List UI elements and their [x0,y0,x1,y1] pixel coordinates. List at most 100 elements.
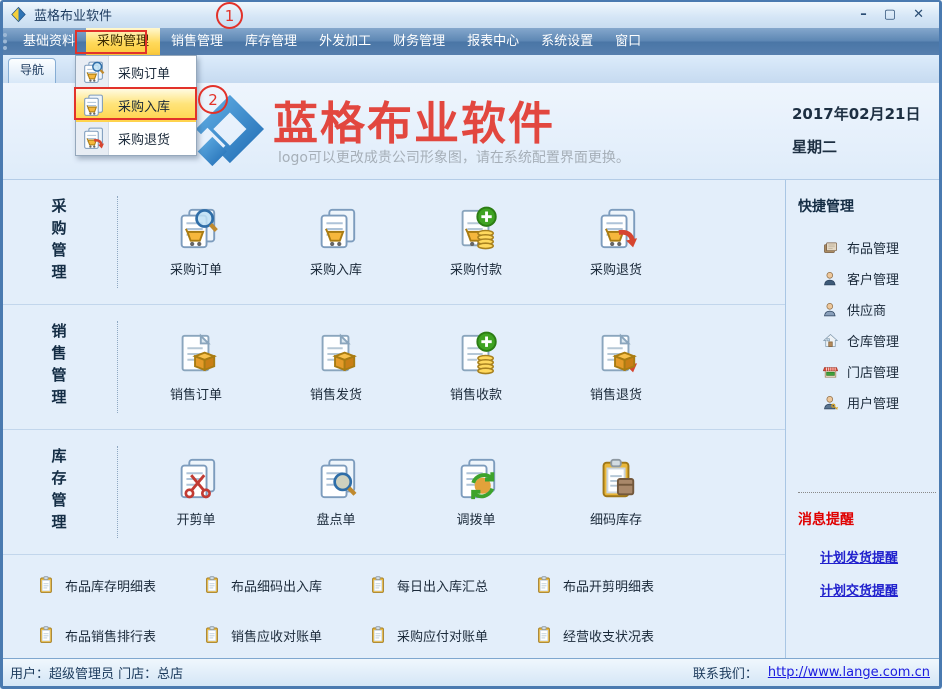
stocktake-icon [313,456,359,502]
menu-item-purchase-order[interactable]: 采购订单 [76,56,196,89]
purchase-inbound-icon [80,93,105,118]
quick-manage-title: 快捷管理 [798,196,936,216]
report-icon [202,624,222,646]
purchase-return-icon [593,206,639,252]
shortcut-sales-delivery[interactable]: 销售发货 [266,305,406,429]
section-sales-title: 销售管理 [0,305,118,429]
menu-outsourcing[interactable]: 外发加工 [308,28,382,55]
menu-item-purchase-return[interactable]: 采购退货 [76,122,196,155]
status-bar: 用户：超级管理员 门店：总店 联系我们： http://www.lange.co… [0,658,942,686]
current-weekday: 星期二 [792,136,932,157]
menu-basic-data[interactable]: 基础资料 [12,28,86,55]
report-icon [368,624,388,646]
shortcut-sales-return[interactable]: 销售退货 [546,305,686,429]
minimize-button[interactable]: – [860,8,867,21]
tab-navigation[interactable]: 导航 [8,58,56,83]
fabric-icon [822,239,839,256]
detail-stock-icon [593,456,639,502]
report-icon [36,624,56,646]
report-icon [202,574,222,596]
sidebar-item-warehouse[interactable]: 仓库管理 [822,325,936,356]
warehouse-icon [822,332,839,349]
purchase-payment-icon [453,206,499,252]
brand-subtitle: logo可以更改成贵公司形象图，请在系统配置界面更换。 [278,147,630,167]
report-sales-ranking[interactable]: 布品销售排行表 [36,624,157,646]
maximize-button[interactable]: ▢ [884,8,896,21]
report-daily-io-summary[interactable]: 每日出入库汇总 [368,574,489,596]
section-inventory-title: 库存管理 [0,430,118,554]
link-planned-shipment-reminder[interactable]: 计划发货提醒 [820,547,936,566]
shortcut-sales-order[interactable]: 销售订单 [126,305,266,429]
report-fabric-stock-detail[interactable]: 布品库存明细表 [36,574,157,596]
purchase-menu-dropdown: 采购订单 采购入库 采购退货 [75,55,197,156]
report-cutting-detail[interactable]: 布品开剪明细表 [534,574,655,596]
sidebar-divider [798,492,936,493]
annotation-step-1: 1 [216,2,243,29]
title-bar: 蓝格布业软件 – ▢ ✕ [0,0,942,28]
shortcut-purchase-inbound[interactable]: 采购入库 [266,180,406,304]
customer-icon [822,270,839,287]
date-block: 2017年02月21日 星期二 [792,103,932,157]
menu-window[interactable]: 窗口 [604,28,652,55]
website-link[interactable]: http://www.lange.com.cn [768,665,930,680]
close-button[interactable]: ✕ [913,8,924,21]
menu-system-settings[interactable]: 系统设置 [530,28,604,55]
report-icon [534,574,554,596]
shortcut-cutting-sheet[interactable]: 开剪单 [126,430,266,554]
shortcut-sales-receipt[interactable]: 销售收款 [406,305,546,429]
sales-receipt-icon [453,331,499,377]
shortcut-purchase-return[interactable]: 采购退货 [546,180,686,304]
sidebar-item-customer[interactable]: 客户管理 [822,263,936,294]
sidebar-item-fabric[interactable]: 布品管理 [822,232,936,263]
purchase-order-icon [173,206,219,252]
user-key-icon [822,394,839,411]
sales-return-icon [593,331,639,377]
message-reminder-title: 消息提醒 [798,509,936,529]
link-planned-delivery-reminder[interactable]: 计划交货提醒 [820,580,936,599]
app-window: 蓝格布业软件 – ▢ ✕ 基础资料 采购管理 销售管理 库存管理 外发加工 财务… [0,0,942,689]
sales-order-icon [173,331,219,377]
store-icon [822,363,839,380]
menu-inventory[interactable]: 库存管理 [234,28,308,55]
status-user-store: 用户：超级管理员 门店：总店 [10,663,183,682]
section-purchase-title: 采购管理 [0,180,118,304]
menu-sales[interactable]: 销售管理 [160,28,234,55]
report-fabric-code-io[interactable]: 布品细码出入库 [202,574,323,596]
brand-title: 蓝格布业软件 [273,87,555,152]
report-receivable-statement[interactable]: 销售应收对账单 [202,624,323,646]
report-icon [36,574,56,596]
window-controls: – ▢ ✕ [860,8,932,21]
sidebar-item-store[interactable]: 门店管理 [822,356,936,387]
window-title: 蓝格布业软件 [34,5,112,24]
supplier-icon [822,301,839,318]
menu-item-purchase-inbound[interactable]: 采购入库 [76,89,196,122]
purchase-return-icon [80,126,105,151]
annotation-step-2: 2 [198,85,228,114]
report-icon [534,624,554,646]
shortcut-detail-stock[interactable]: 细码库存 [546,430,686,554]
menu-reports[interactable]: 报表中心 [456,28,530,55]
menu-finance[interactable]: 财务管理 [382,28,456,55]
shortcut-stocktake[interactable]: 盘点单 [266,430,406,554]
cutting-sheet-icon [173,456,219,502]
shortcut-purchase-order[interactable]: 采购订单 [126,180,266,304]
transfer-icon [453,456,499,502]
sidebar-item-user[interactable]: 用户管理 [822,387,936,418]
report-income-expense[interactable]: 经营收支状况表 [534,624,655,646]
section-inventory: 库存管理 开剪单 盘点单 调拨单 [0,430,785,555]
sales-delivery-icon [313,331,359,377]
purchase-order-icon [80,60,105,85]
menu-purchase[interactable]: 采购管理 [86,28,160,55]
menu-grip [3,33,12,50]
shortcut-purchase-payment[interactable]: 采购付款 [406,180,546,304]
sidebar-item-supplier[interactable]: 供应商 [822,294,936,325]
content-area: 采购管理 采购订单 采购入库 采购付款 [0,180,942,658]
report-payable-statement[interactable]: 采购应付对账单 [368,624,489,646]
purchase-inbound-icon [313,206,359,252]
shortcut-transfer[interactable]: 调拨单 [406,430,546,554]
main-panel: 采购管理 采购订单 采购入库 采购付款 [0,180,785,658]
right-sidebar: 快捷管理 布品管理 客户管理 供应商 仓库管理 [785,180,942,658]
contact-label: 联系我们： [693,663,758,682]
report-links: 布品库存明细表 布品细码出入库 每日出入库汇总 布品开剪明细表 [0,555,785,658]
menu-bar: 基础资料 采购管理 销售管理 库存管理 外发加工 财务管理 报表中心 系统设置 … [0,28,942,55]
